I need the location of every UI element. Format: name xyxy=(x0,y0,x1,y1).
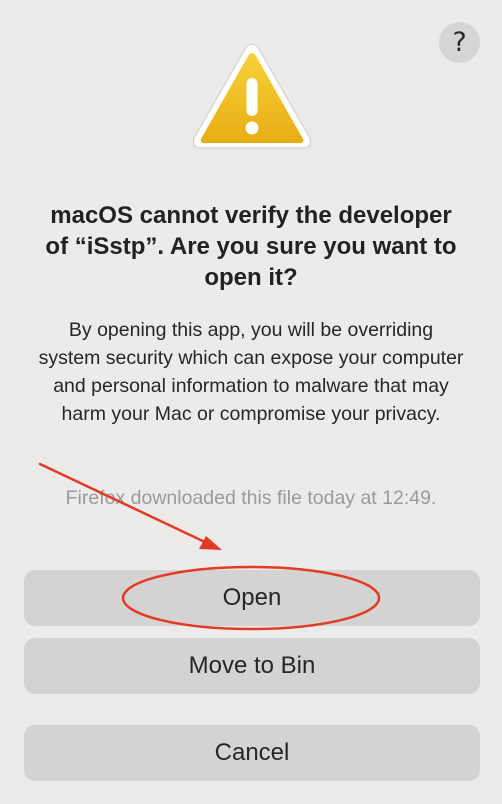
dialog-message: By opening this app, you will be overrid… xyxy=(38,319,464,425)
help-button[interactable]: ? xyxy=(439,22,480,63)
warning-triangle-icon xyxy=(192,43,312,149)
question-mark-icon: ? xyxy=(452,27,467,58)
open-button[interactable]: Open xyxy=(24,570,480,626)
download-info-text: Firefox downloaded this file today at 12… xyxy=(65,487,437,509)
cancel-button[interactable]: Cancel xyxy=(24,725,480,781)
annotation-arrowhead xyxy=(199,536,222,550)
move-to-bin-button[interactable]: Move to Bin xyxy=(24,638,480,694)
dialog-title: macOS cannot verify the developer of “iS… xyxy=(45,202,457,291)
security-alert-dialog: ? macOS cannot verify the developer of “… xyxy=(0,0,502,804)
